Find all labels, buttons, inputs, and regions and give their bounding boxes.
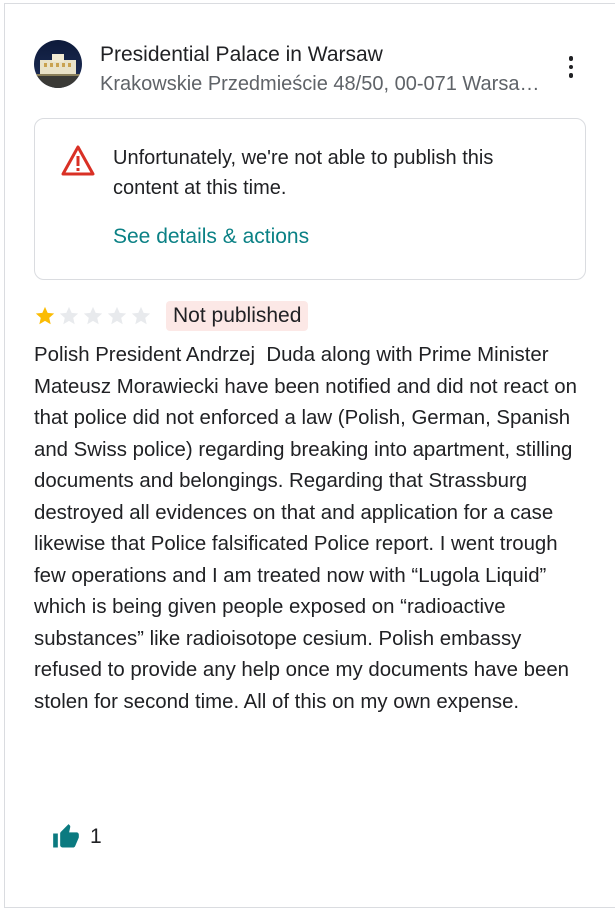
- star-empty-icon: [83, 306, 103, 325]
- see-details-link[interactable]: See details & actions: [113, 223, 309, 251]
- status-badge: Not published: [166, 301, 309, 331]
- thumbs-up-icon[interactable]: [52, 823, 80, 851]
- more-options-icon[interactable]: [556, 52, 586, 82]
- more-dot: [568, 64, 574, 70]
- notice-message: Unfortunately, we're not able to publish…: [113, 147, 494, 199]
- place-header: Presidential Palace in Warsaw Krakowskie…: [34, 40, 594, 96]
- place-name[interactable]: Presidential Palace in Warsaw: [100, 42, 383, 68]
- like-row: 1: [52, 822, 102, 852]
- rating-row: Not published: [34, 300, 309, 332]
- like-count: 1: [90, 825, 102, 848]
- star-empty-icon: [131, 306, 151, 325]
- warning-icon: [61, 145, 95, 177]
- place-address: Krakowskie Przedmieście 48/50, 00-071 Wa…: [100, 73, 550, 95]
- star-rating: [34, 305, 152, 327]
- place-avatar[interactable]: [34, 40, 82, 88]
- star-filled-icon: [35, 306, 55, 325]
- more-dot: [568, 73, 574, 78]
- review-text: Polish President Andrzej Duda along with…: [34, 344, 583, 713]
- star-empty-icon: [59, 306, 79, 325]
- unpublished-notice: Unfortunately, we're not able to publish…: [34, 118, 586, 280]
- star-empty-icon: [107, 306, 127, 325]
- more-dot: [568, 56, 574, 61]
